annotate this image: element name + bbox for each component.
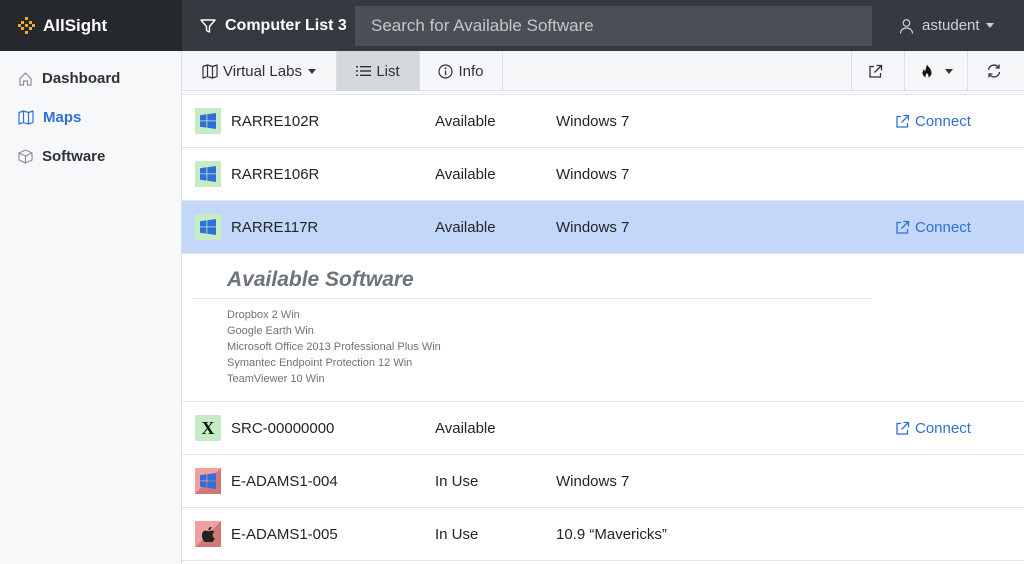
fire-icon — [922, 64, 931, 77]
sidebar-item-dashboard[interactable]: Dashboard — [0, 59, 181, 98]
search-input[interactable]: Search for Available Software — [355, 6, 872, 46]
user-icon — [899, 18, 914, 34]
connect-link[interactable]: Connect — [895, 113, 971, 130]
filter-icon — [200, 18, 216, 33]
computer-name: RARRE106R — [231, 165, 320, 183]
tab-info-label: Info — [458, 62, 484, 80]
chevron-down-icon — [944, 68, 953, 74]
connect-label: Connect — [915, 218, 971, 236]
table-row[interactable]: X SRC-00000000 Available Connect — [182, 402, 1024, 455]
sidebar-item-label: Software — [42, 148, 106, 165]
computer-os: 10.9 “Mavericks” — [556, 525, 667, 543]
external-link-icon — [869, 64, 883, 78]
table-row-selected[interactable]: RARRE117R Available Windows 7 Connect — [182, 201, 1024, 254]
allsight-logo-icon — [18, 17, 35, 34]
user-menu[interactable]: astudent — [899, 0, 994, 51]
chevron-down-icon — [985, 23, 994, 28]
software-item: TeamViewer 10 Win — [227, 373, 325, 385]
apple-icon — [195, 521, 221, 547]
computer-list: RARRE102R Available Windows 7 Connect RA… — [182, 94, 1024, 564]
computer-name: E-ADAMS1-005 — [231, 525, 338, 543]
computer-status: Available — [435, 165, 496, 183]
table-row[interactable]: E-ADAMS1-004 In Use Windows 7 — [182, 455, 1024, 508]
connect-label: Connect — [915, 112, 971, 130]
brand-name: AllSight — [43, 15, 108, 35]
sidebar-item-software[interactable]: Software — [0, 137, 181, 176]
sidebar-item-label: Dashboard — [42, 70, 121, 87]
tab-info[interactable]: Info — [420, 51, 503, 91]
refresh-icon — [987, 64, 1000, 78]
tab-list-label: List — [376, 62, 400, 80]
table-row[interactable]: E-ADAMS1-005 In Use 10.9 “Mavericks” — [182, 508, 1024, 561]
table-row[interactable]: RARRE106R Available Windows 7 — [182, 148, 1024, 201]
home-icon — [19, 72, 32, 86]
computer-os: Windows 7 — [556, 165, 630, 183]
computer-name: E-ADAMS1-004 — [231, 472, 338, 490]
refresh-button[interactable] — [968, 51, 1024, 91]
computer-os: Windows 7 — [556, 218, 630, 236]
map-icon — [202, 63, 218, 79]
heatmap-dropdown[interactable] — [905, 51, 968, 91]
external-link-icon — [896, 421, 910, 435]
software-item: Symantec Endpoint Protection 12 Win — [227, 357, 413, 369]
toolbar: Virtual Labs List Info — [182, 51, 1024, 91]
list-icon — [356, 66, 372, 76]
external-link-icon — [896, 114, 910, 128]
sidebar: Dashboard Maps Software — [0, 51, 182, 564]
box-icon — [18, 149, 33, 164]
details-title: Available Software — [194, 254, 870, 299]
windows-icon — [195, 108, 221, 134]
connect-link[interactable]: Connect — [895, 420, 971, 437]
software-item: Dropbox 2 Win — [227, 309, 300, 321]
software-list: Dropbox 2 Win Google Earth Win Microsoft… — [194, 299, 1024, 387]
filter-button[interactable]: Computer List 3 — [200, 0, 347, 51]
info-icon — [438, 63, 454, 79]
computer-name: SRC-00000000 — [231, 419, 335, 437]
location-dropdown[interactable]: Virtual Labs — [182, 51, 337, 91]
brand[interactable]: AllSight — [0, 0, 182, 51]
open-external-button[interactable] — [852, 51, 905, 91]
computer-status: Available — [435, 419, 496, 437]
connect-label: Connect — [915, 419, 971, 437]
connect-link[interactable]: Connect — [895, 219, 971, 236]
computer-status: Available — [435, 112, 496, 130]
table-row[interactable]: RARRE102R Available Windows 7 Connect — [182, 95, 1024, 148]
windows-icon — [195, 468, 221, 494]
computer-name: RARRE102R — [231, 112, 320, 130]
map-icon — [18, 110, 34, 125]
filter-label: Computer List 3 — [225, 16, 347, 34]
tab-list[interactable]: List — [337, 51, 420, 91]
username: astudent — [922, 17, 980, 34]
software-details-panel: Available Software Dropbox 2 Win Google … — [182, 254, 1024, 402]
top-navbar: AllSight Computer List 3 Search for Avai… — [0, 0, 1024, 51]
sidebar-item-maps[interactable]: Maps — [0, 98, 181, 137]
software-item: Google Earth Win — [227, 325, 314, 337]
computer-status: In Use — [435, 472, 479, 490]
computer-status: In Use — [435, 525, 479, 543]
windows-icon — [195, 161, 221, 187]
x-os-icon: X — [195, 415, 221, 441]
computer-os: Windows 7 — [556, 472, 630, 490]
location-label: Virtual Labs — [223, 62, 302, 80]
toolbar-spacer — [503, 51, 852, 90]
external-link-icon — [896, 220, 910, 234]
windows-icon — [195, 214, 221, 240]
computer-status: Available — [435, 218, 496, 236]
software-item: Microsoft Office 2013 Professional Plus … — [227, 341, 441, 353]
computer-name: RARRE117R — [231, 218, 319, 236]
sidebar-item-label: Maps — [43, 109, 82, 126]
computer-os: Windows 7 — [556, 112, 630, 130]
chevron-down-icon — [307, 68, 316, 74]
